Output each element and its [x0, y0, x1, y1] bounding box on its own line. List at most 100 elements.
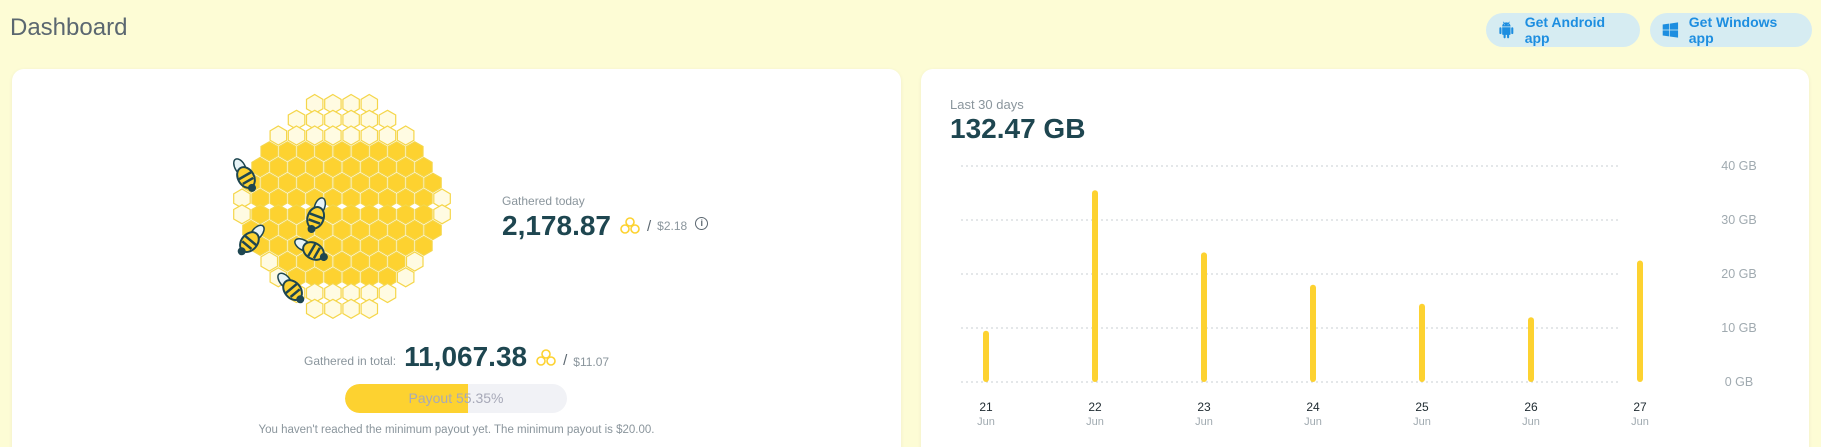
x-tick-sublabel: Jun [1195, 416, 1213, 428]
traffic-card: Last 30 days 132.47 GB 0 GB 10 GB 20 GB 30 … [921, 69, 1809, 447]
honeycomb-cell [260, 141, 279, 162]
honeycomb-cell [360, 298, 379, 319]
x-tick-label: 24 [1306, 400, 1320, 414]
get-windows-app-button[interactable]: Get Windows app [1650, 13, 1812, 47]
honeycomb-cell [333, 251, 351, 272]
honeycomb-cell [287, 204, 306, 225]
honeycomb-cell [324, 156, 342, 178]
honeycomb-cell [405, 172, 424, 193]
gathered-total-value: 11,067.38 [404, 341, 528, 372]
gathered-today-value: 2,178.87 [502, 210, 611, 241]
y-tick-label: 40 GB [1721, 159, 1756, 173]
honeycomb-cell [369, 141, 388, 162]
gathered-total: Gathered in total: 11,067.38 / $11.07 [304, 341, 609, 373]
bar [1201, 252, 1207, 382]
honeycomb-cell [351, 219, 369, 241]
honeycomb-cell [296, 141, 315, 162]
honeycomb-cell [333, 172, 351, 193]
honeycomb-cell [233, 204, 251, 225]
honeycomb-cell [415, 235, 433, 256]
honeycomb-cell [405, 251, 424, 272]
honeycomb-cell [287, 156, 306, 178]
honeycomb-cell [296, 172, 315, 193]
honeycomb-cell [360, 204, 379, 225]
bar [1310, 284, 1316, 382]
honey-coin-icon [620, 217, 640, 234]
earnings-card: Gathered today 2,178.87 / $2.18 i Gather… [12, 69, 901, 447]
honeycomb-cell [278, 251, 297, 272]
y-tick-label: 10 GB [1721, 321, 1756, 335]
honeycomb-cell [396, 156, 415, 178]
bar [1637, 260, 1643, 382]
gathered-total-label: Gathered in total: [304, 354, 397, 368]
payout-progress-bar: Payout 55.35% [345, 384, 567, 413]
honeycomb-cell [378, 204, 397, 225]
info-icon[interactable]: i [695, 216, 709, 230]
gathered-total-usd: $11.07 [573, 355, 610, 369]
android-button-label: Get Android app [1524, 14, 1606, 46]
gathered-today-label: Gathered today [502, 194, 585, 208]
honeycomb-cell [396, 267, 415, 288]
x-tick-label: 23 [1197, 400, 1211, 414]
honeycomb-cell [287, 125, 306, 146]
honeycomb-cell [369, 251, 388, 272]
honeycomb-cell [342, 156, 360, 178]
gathered-today-usd: $2.18 [657, 219, 688, 233]
honeycomb-cell [278, 172, 297, 193]
honeycomb-cell [269, 125, 288, 146]
honeycomb-cell [314, 172, 333, 193]
total-separator: / [563, 352, 568, 369]
honeycomb-cell [360, 125, 379, 146]
x-tick-label: 21 [979, 400, 993, 414]
honeycomb-cell [324, 235, 342, 256]
honeycomb-cell [378, 235, 397, 256]
honeycomb-cell [269, 156, 288, 178]
honeycomb-cell [415, 156, 433, 178]
honeycomb-cell [251, 156, 270, 178]
honeycomb-cell [269, 235, 288, 256]
honeycomb-cell [424, 172, 442, 193]
honeycomb-cell [342, 235, 360, 256]
traffic-bar-chart: 0 GB 10 GB 20 GB 30 GB 40 GB 21 Jun 22 Jun 23 Jun 2… [961, 159, 1757, 428]
honeycomb-cell [351, 141, 369, 162]
honeycomb-cell [251, 204, 270, 225]
honeycomb-cell [278, 141, 297, 162]
honeycomb-cell [387, 172, 406, 193]
honey-coin-icon [536, 349, 556, 366]
honeycomb-cell [387, 219, 406, 241]
x-tick-sublabel: Jun [1413, 416, 1431, 428]
get-android-app-button[interactable]: Get Android app [1486, 13, 1640, 47]
honeycomb-cell [333, 141, 351, 162]
bar [1419, 303, 1425, 382]
honeycomb-cell [396, 204, 415, 225]
honeycomb-cell [305, 125, 324, 146]
honeycomb-cell [324, 204, 342, 225]
x-tick-label: 26 [1524, 400, 1538, 414]
page-title: Dashboard [10, 14, 128, 41]
honeycomb-cell [405, 219, 424, 241]
x-tick-sublabel: Jun [1631, 416, 1649, 428]
honeycomb-cell [324, 125, 342, 146]
honeycomb-cell [378, 156, 397, 178]
honeycomb-cell [260, 251, 279, 272]
x-tick-sublabel: Jun [1086, 416, 1104, 428]
honeycomb-cell [387, 141, 406, 162]
honeycomb-cell [342, 125, 360, 146]
honeycomb-cell [396, 235, 415, 256]
minimum-payout-note: You haven't reached the minimum payout y… [258, 424, 655, 436]
honeycomb-cell [278, 219, 297, 241]
x-tick-label: 25 [1415, 400, 1429, 414]
bar [983, 330, 989, 382]
honeycomb-cell [324, 298, 342, 319]
honeycomb-cell [305, 298, 324, 319]
android-icon [1499, 21, 1514, 39]
windows-button-label: Get Windows app [1688, 14, 1778, 46]
windows-icon [1662, 22, 1679, 38]
payout-progress-text: Payout 55.35% [408, 390, 504, 406]
honeycomb-cell [378, 282, 397, 304]
honeycomb-cell [378, 125, 397, 146]
x-tick-sublabel: Jun [1522, 416, 1540, 428]
honeycomb-illustration [233, 93, 451, 319]
honeycomb-cell [415, 204, 433, 225]
x-tick-sublabel: Jun [977, 416, 995, 428]
